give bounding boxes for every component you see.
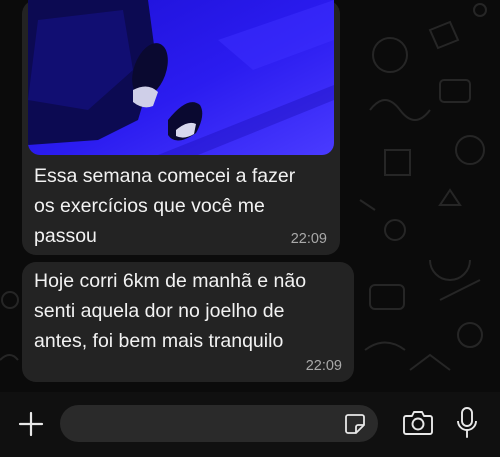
sticker-icon[interactable] [344, 413, 366, 435]
message-photo[interactable] [28, 0, 334, 155]
composer-bar [0, 392, 500, 457]
plus-icon[interactable] [17, 410, 45, 438]
photo-image [28, 0, 334, 155]
message-bubble[interactable]: Hoje corri 6km de manhã e não senti aque… [22, 262, 354, 382]
message-timestamp: 22:09 [305, 358, 342, 374]
message-input[interactable] [60, 405, 378, 442]
message-bubble[interactable]: Essa semana comecei a fazer os exercício… [22, 0, 340, 255]
microphone-icon[interactable] [455, 406, 479, 440]
message-timestamp: 22:09 [290, 231, 327, 247]
message-text: Hoje corri 6km de manhã e não senti aque… [34, 270, 307, 352]
message-text: Essa semana comecei a fazer os exercício… [34, 165, 296, 247]
camera-icon[interactable] [402, 408, 434, 438]
